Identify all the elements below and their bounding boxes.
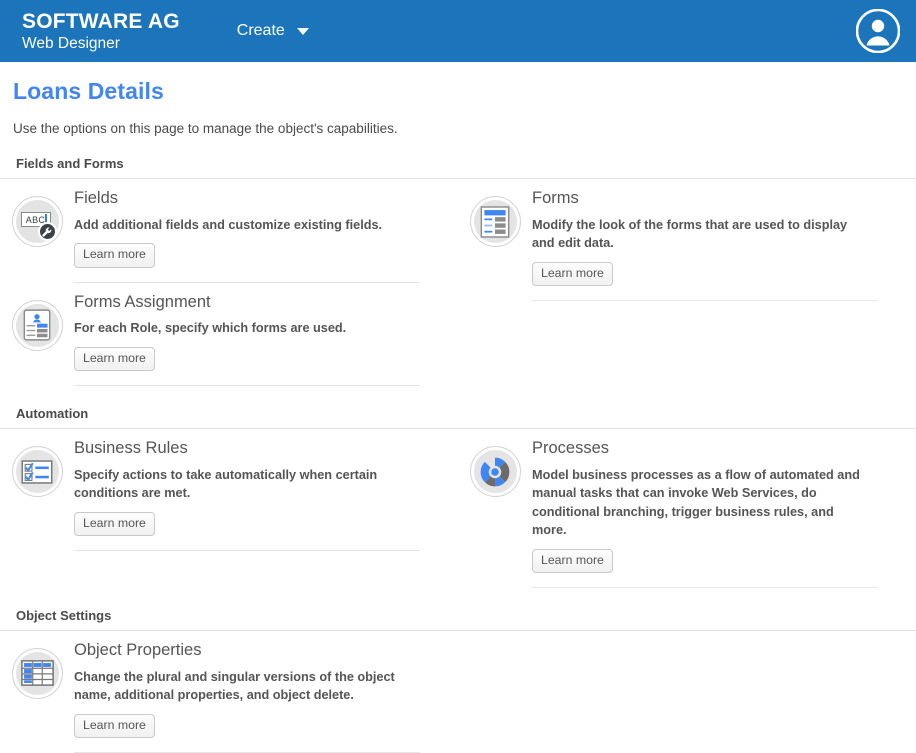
card-title: Forms Assignment <box>74 292 211 311</box>
column-left: Business Rules Specify actions to take au… <box>0 429 458 588</box>
id-badge-form-icon[interactable] <box>11 299 63 351</box>
checklist-rules-icon[interactable] <box>11 446 63 498</box>
card-body: Object Properties Change the plural and s… <box>74 641 458 738</box>
card-description: Specify actions to take automatically wh… <box>74 467 378 501</box>
process-wheel-icon <box>480 457 510 487</box>
card-description: Add additional fields and customize exis… <box>74 217 383 232</box>
card-icon-container <box>458 189 532 286</box>
card-body: Fields Add additional fields and customiz… <box>74 189 458 268</box>
sections-container: Fields and Forms ABC Fields Add additional … <box>0 156 916 753</box>
card-icon-container: ABC <box>0 189 74 268</box>
card-title: Forms <box>532 189 579 207</box>
column-right: Forms Modify the look of the forms that a… <box>458 179 916 386</box>
user-avatar-button[interactable] <box>855 8 901 54</box>
column-right <box>458 631 916 753</box>
capability-card: Forms Modify the look of the forms that a… <box>458 179 916 301</box>
brand-title: SOFTWARE AG <box>22 9 180 33</box>
card-description: For each Role, specify which forms are u… <box>74 321 347 336</box>
card-description: Model business processes as a flow of au… <box>532 467 860 538</box>
section-heading-fields-and-forms: Fields and Forms <box>0 156 916 179</box>
section-grid-automation: Business Rules Specify actions to take au… <box>0 429 916 588</box>
learn-more-button[interactable]: Learn more <box>532 261 613 286</box>
card-divider <box>532 586 878 588</box>
card-processes: Processes Model business processes as a f… <box>458 429 916 573</box>
create-menu-label: Create <box>236 22 285 39</box>
card-forms: Forms Modify the look of the forms that a… <box>458 179 916 286</box>
card-divider <box>532 299 878 301</box>
table-grid-icon <box>20 660 54 687</box>
card-body: Forms Modify the look of the forms that a… <box>532 189 916 286</box>
capability-card: Business Rules Specify actions to take au… <box>0 429 458 552</box>
column-left: ABC Fields Add additional fields and custo… <box>0 179 458 387</box>
card-divider <box>74 550 420 552</box>
section-grid-object-settings: Object Properties Change the plural and s… <box>0 631 916 753</box>
column-left: Object Properties Change the plural and s… <box>0 631 458 753</box>
card-icon-container <box>0 641 74 738</box>
process-wheel-icon[interactable] <box>469 446 521 498</box>
learn-more-button[interactable]: Learn more <box>74 346 155 372</box>
card-icon-container <box>458 439 532 573</box>
section-heading-automation: Automation <box>0 406 916 430</box>
card-forms-assignment: Forms Assignment For each Role, specify w… <box>0 283 458 372</box>
form-layout-icon <box>480 205 510 238</box>
card-title: Object Properties <box>74 640 202 659</box>
abc-text-field-wrench-icon[interactable]: ABC <box>11 196 63 247</box>
column-right: Processes Model business processes as a f… <box>458 429 916 588</box>
checklist-rules-icon <box>21 459 53 484</box>
section-heading-object-settings: Object Settings <box>0 608 916 631</box>
capability-card: Forms Assignment For each Role, specify w… <box>0 283 458 387</box>
page-subtitle: Use the options on this page to manage t… <box>13 121 398 136</box>
capability-card: Object Properties Change the plural and s… <box>0 631 458 753</box>
brand-subtitle: Web Designer <box>22 34 120 52</box>
card-body: Business Rules Specify actions to take au… <box>74 439 458 537</box>
card-title: Fields <box>74 189 119 207</box>
section-grid-fields-and-forms: ABC Fields Add additional fields and custo… <box>0 179 916 387</box>
chevron-down-icon <box>296 27 309 35</box>
card-body: Processes Model business processes as a f… <box>532 439 916 573</box>
create-menu-button[interactable]: Create <box>233 16 313 46</box>
card-divider <box>74 385 420 387</box>
wrench-icon <box>37 222 57 241</box>
card-description: Modify the look of the forms that are us… <box>532 217 848 251</box>
learn-more-button[interactable]: Learn more <box>74 243 155 268</box>
page-title: Loans Details <box>13 78 164 104</box>
card-title: Processes <box>532 439 610 458</box>
card-business-rules: Business Rules Specify actions to take au… <box>0 429 458 537</box>
card-description: Change the plural and singular versions … <box>74 669 395 703</box>
capability-card: ABC Fields Add additional fields and custo… <box>0 179 458 283</box>
brand-logo: SOFTWARE AG Web Designer <box>22 11 180 52</box>
learn-more-button[interactable]: Learn more <box>74 511 155 537</box>
card-icon-container <box>0 439 74 536</box>
card-icon-container <box>0 293 74 372</box>
id-badge-icon <box>23 309 51 341</box>
learn-more-button[interactable]: Learn more <box>532 548 613 573</box>
capability-card: Processes Model business processes as a f… <box>458 429 916 588</box>
card-fields: ABC Fields Add additional fields and custo… <box>0 179 458 268</box>
card-body: Forms Assignment For each Role, specify w… <box>74 293 458 372</box>
top-navigation-bar: SOFTWARE AG Web Designer Create <box>0 0 916 62</box>
user-avatar-icon <box>855 8 901 54</box>
card-object-properties: Object Properties Change the plural and s… <box>0 631 458 738</box>
page-header: Loans Details Use the options on this pa… <box>0 62 916 136</box>
learn-more-button[interactable]: Learn more <box>74 713 155 738</box>
form-layout-icon[interactable] <box>469 196 521 247</box>
card-title: Business Rules <box>74 439 188 458</box>
table-grid-icon[interactable] <box>11 647 63 699</box>
